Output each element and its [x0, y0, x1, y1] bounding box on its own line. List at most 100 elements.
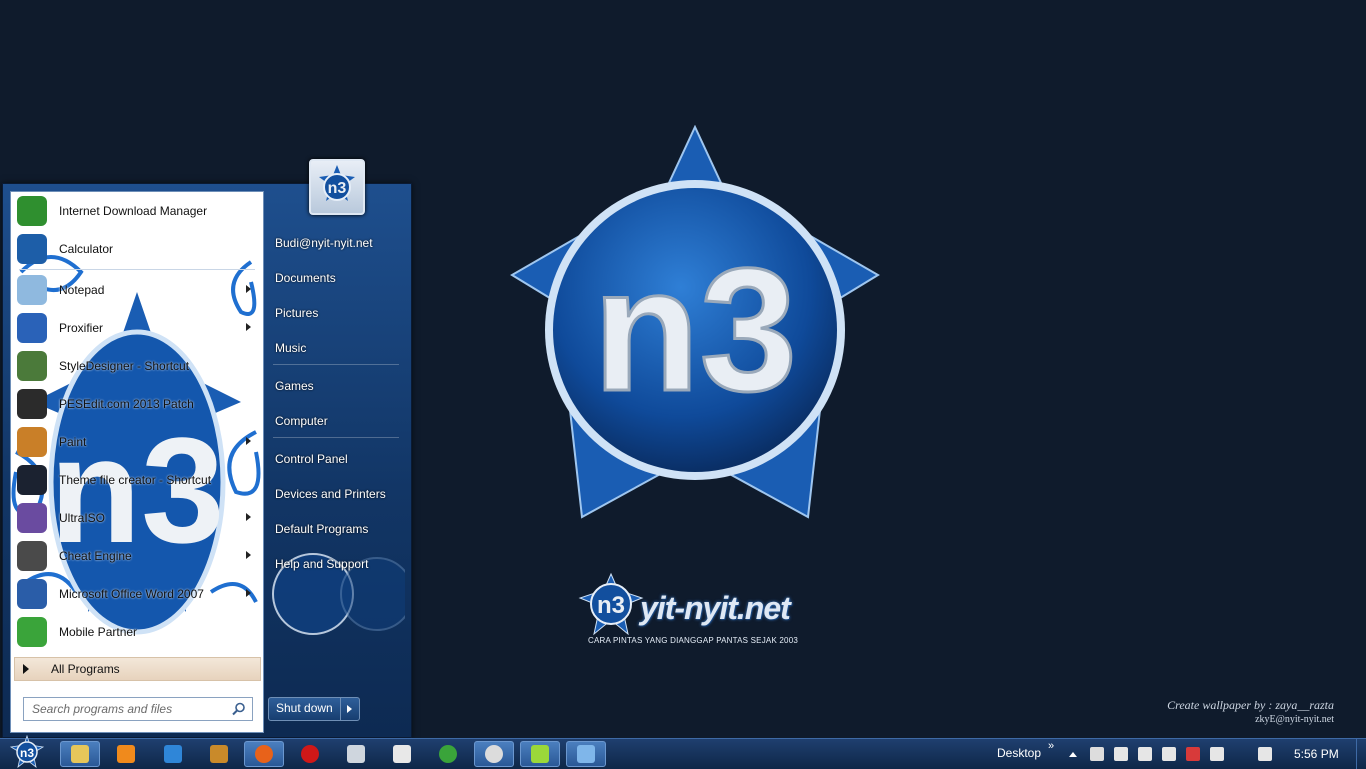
cheat-engine-icon — [17, 541, 47, 571]
program-item[interactable]: Notepad — [11, 271, 263, 309]
taskbar-button-remote-desktop[interactable] — [566, 741, 606, 767]
photo-icon — [210, 745, 228, 763]
start-link-games[interactable]: Games — [275, 379, 314, 393]
start-link-help-and-support[interactable]: Help and Support — [275, 557, 368, 571]
taskbar-button-explorer[interactable] — [60, 741, 100, 767]
tray-face-icon[interactable] — [1090, 747, 1104, 761]
opera-icon — [301, 745, 319, 763]
start-link-pictures[interactable]: Pictures — [275, 306, 318, 320]
submenu-arrow-icon[interactable] — [246, 589, 251, 597]
search-icon[interactable] — [232, 702, 246, 716]
program-label: PESEdit.com 2013 Patch — [59, 397, 194, 411]
taskbar-button-chrome[interactable] — [428, 741, 468, 767]
pesedit-icon — [17, 389, 47, 419]
program-label: Cheat Engine — [59, 549, 132, 563]
paint-icon — [17, 427, 47, 457]
start-button[interactable]: n3 — [10, 735, 44, 769]
calculator-icon — [17, 234, 47, 264]
start-link-default-programs[interactable]: Default Programs — [275, 522, 368, 536]
firefox-icon — [255, 745, 273, 763]
tray-action-center-icon[interactable] — [1186, 747, 1200, 761]
start-link-documents[interactable]: Documents — [275, 271, 336, 285]
face-icon — [485, 745, 503, 763]
clock[interactable]: 5:56 PM — [1294, 747, 1339, 761]
wallpaper-credit: Create wallpaper by : zaya__razta — [1167, 698, 1334, 712]
all-programs-label: All Programs — [51, 662, 120, 676]
taskbar-button-app-wave[interactable] — [520, 741, 560, 767]
tray-volume-icon[interactable] — [1210, 747, 1224, 761]
wallpaper-n3-logo: n3 — [510, 125, 880, 519]
svg-text:n3: n3 — [20, 746, 34, 760]
pinned-programs-list: Internet Download Manager Calculator Notep… — [11, 192, 263, 651]
program-item[interactable]: Mobile Partner — [11, 613, 263, 651]
media-player-icon — [117, 745, 135, 763]
submenu-arrow-icon[interactable] — [246, 437, 251, 445]
taskbar-button-firefox[interactable] — [244, 741, 284, 767]
start-link-user-folder[interactable]: Budi@nyit-nyit.net — [275, 236, 373, 250]
submenu-arrow-icon[interactable] — [246, 323, 251, 331]
taskbar-button-media-player[interactable] — [106, 741, 146, 767]
chrome-icon — [439, 745, 457, 763]
toolbar-chevron-icon[interactable]: » — [1048, 740, 1054, 752]
search-input[interactable]: Search programs and files — [23, 697, 253, 721]
shut-down-options-button[interactable] — [341, 698, 359, 720]
taskbar-button-photo-app[interactable] — [199, 741, 239, 767]
monitor-icon — [577, 745, 595, 763]
right-pane-separator — [273, 364, 399, 365]
tray-power-icon[interactable] — [1258, 747, 1272, 761]
shut-down-button-group: Shut down — [268, 697, 360, 721]
program-label: Proxifier — [59, 321, 104, 335]
program-item[interactable]: Proxifier — [11, 309, 263, 347]
show-hidden-icons-button[interactable] — [1069, 752, 1077, 757]
ie-icon — [164, 745, 182, 763]
program-label: Notepad — [59, 283, 105, 297]
word-icon — [17, 579, 47, 609]
taskbar-button-movie-maker[interactable] — [382, 741, 422, 767]
submenu-arrow-icon[interactable] — [246, 551, 251, 559]
start-menu-right-pane: yit-nyit.net Budi@nyit-nyit.netDocuments… — [265, 184, 411, 737]
taskbar-button-tool[interactable] — [336, 741, 376, 767]
start-link-music[interactable]: Music — [275, 341, 306, 355]
all-programs-button[interactable]: All Programs — [14, 657, 261, 681]
folder-icon — [71, 745, 89, 763]
shut-down-button[interactable]: Shut down — [269, 698, 341, 720]
submenu-arrow-icon[interactable] — [246, 285, 251, 293]
program-item[interactable]: PESEdit.com 2013 Patch — [11, 385, 263, 423]
start-link-devices-and-printers[interactable]: Devices and Printers — [275, 487, 386, 501]
idm-globe-icon — [17, 196, 47, 226]
program-item[interactable]: Internet Download Manager — [11, 192, 263, 230]
program-label: Microsoft Office Word 2007 — [59, 587, 204, 601]
wallpaper-brand-name: yit-nyit.net — [640, 590, 791, 626]
tool-icon — [347, 745, 365, 763]
program-label: Paint — [59, 435, 87, 449]
start-link-computer[interactable]: Computer — [275, 414, 328, 428]
taskbar-button-app-face[interactable] — [474, 741, 514, 767]
svg-text:n3: n3 — [328, 180, 347, 197]
program-item[interactable]: StyleDesigner - Shortcut — [11, 347, 263, 385]
program-item[interactable]: Theme file creator - Shortcut — [11, 461, 263, 499]
tray-network-b-icon[interactable] — [1138, 747, 1152, 761]
wallpaper-tagline: CARA PINTAS YANG DIANGGAP PANTAS SEJAK 2… — [588, 636, 799, 645]
program-label: UltraISO — [59, 511, 106, 525]
show-desktop-button[interactable] — [1356, 739, 1366, 769]
tray-network-a-icon[interactable] — [1114, 747, 1128, 761]
svg-text:n3: n3 — [597, 592, 625, 619]
taskbar-button-internet-explorer[interactable] — [153, 741, 193, 767]
program-item[interactable]: Paint — [11, 423, 263, 461]
program-item[interactable]: UltraISO — [11, 499, 263, 537]
tray-network-c-icon[interactable] — [1162, 747, 1176, 761]
program-item[interactable]: Cheat Engine — [11, 537, 263, 575]
program-label: StyleDesigner - Shortcut — [59, 359, 190, 373]
start-link-control-panel[interactable]: Control Panel — [275, 452, 348, 466]
mobile-partner-icon — [17, 617, 47, 647]
wallpaper-credit-email: zkyE@nyit-nyit.net — [1255, 714, 1334, 725]
submenu-arrow-icon[interactable] — [246, 513, 251, 521]
desktop-toolbar-label[interactable]: Desktop — [997, 746, 1041, 760]
program-list-separator — [19, 269, 255, 270]
program-item[interactable]: Calculator — [11, 230, 263, 268]
taskbar-button-opera[interactable] — [290, 741, 330, 767]
user-picture[interactable]: n3 — [309, 159, 365, 215]
style-designer-icon — [17, 351, 47, 381]
program-item[interactable]: Microsoft Office Word 2007 — [11, 575, 263, 613]
program-label: Theme file creator - Shortcut — [59, 473, 212, 487]
